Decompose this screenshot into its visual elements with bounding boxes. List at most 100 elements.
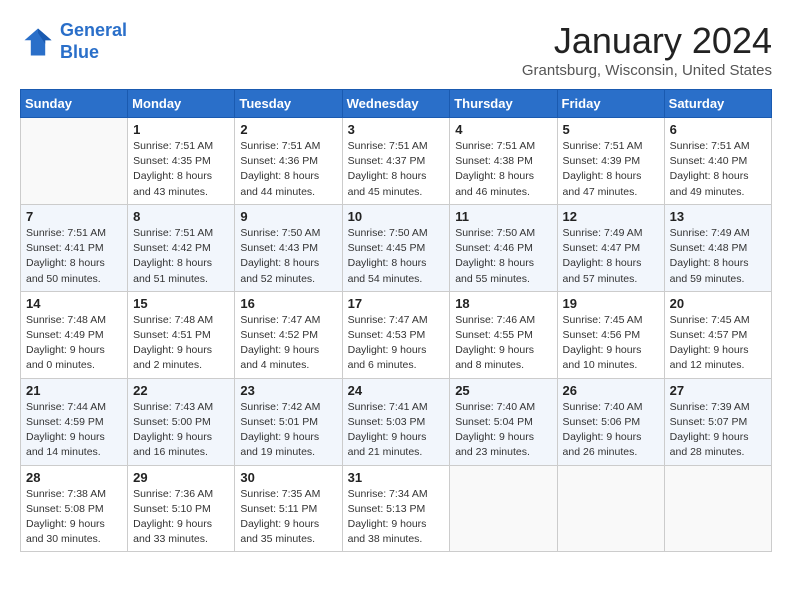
calendar-cell: 19Sunrise: 7:45 AMSunset: 4:56 PMDayligh… bbox=[557, 291, 664, 378]
calendar-week-row: 21 Sunrise: 7:44 AMSunset: 4:59 PMDayligh… bbox=[21, 378, 772, 465]
day-number: 24 bbox=[348, 383, 445, 398]
calendar-week-row: 14 Sunrise: 7:48 AMSunset: 4:49 PMDayligh… bbox=[21, 291, 772, 378]
day-info: Sunrise: 7:51 AMSunset: 4:36 PMDaylight:… bbox=[240, 139, 336, 200]
day-info: Sunrise: 7:47 AMSunset: 4:53 PMDaylight:… bbox=[348, 313, 445, 374]
day-number: 10 bbox=[348, 209, 445, 224]
calendar-cell: 20 Sunrise: 7:45 AMSunset: 4:57 PMDayligh… bbox=[664, 291, 771, 378]
day-info: Sunrise: 7:51 AMSunset: 4:35 PMDaylight:… bbox=[133, 139, 229, 200]
day-number: 16 bbox=[240, 296, 336, 311]
day-info: Sunrise: 7:51 AMSunset: 4:39 PMDaylight:… bbox=[563, 139, 659, 200]
location: Grantsburg, Wisconsin, United States bbox=[522, 62, 772, 79]
calendar-cell bbox=[21, 118, 128, 205]
day-number: 6 bbox=[670, 122, 766, 137]
day-info: Sunrise: 7:38 AMSunset: 5:08 PMDaylight:… bbox=[26, 487, 122, 548]
calendar-header-row: SundayMondayTuesdayWednesdayThursdayFrid… bbox=[21, 90, 772, 118]
day-number: 15 bbox=[133, 296, 229, 311]
calendar-week-row: 28 Sunrise: 7:38 AMSunset: 5:08 PMDayligh… bbox=[21, 465, 772, 552]
calendar-cell: 9 Sunrise: 7:50 AMSunset: 4:43 PMDaylight… bbox=[235, 204, 342, 291]
day-number: 20 bbox=[670, 296, 766, 311]
day-number: 31 bbox=[348, 470, 445, 485]
day-info: Sunrise: 7:42 AMSunset: 5:01 PMDaylight:… bbox=[240, 400, 336, 461]
logo-text: General Blue bbox=[60, 20, 127, 63]
day-info: Sunrise: 7:44 AMSunset: 4:59 PMDaylight:… bbox=[26, 400, 122, 461]
day-info: Sunrise: 7:51 AMSunset: 4:38 PMDaylight:… bbox=[455, 139, 551, 200]
day-number: 19 bbox=[563, 296, 659, 311]
day-info: Sunrise: 7:48 AMSunset: 4:49 PMDaylight:… bbox=[26, 313, 122, 374]
day-info: Sunrise: 7:49 AMSunset: 4:48 PMDaylight:… bbox=[670, 226, 766, 287]
day-number: 14 bbox=[26, 296, 122, 311]
calendar-cell: 18 Sunrise: 7:46 AMSunset: 4:55 PMDayligh… bbox=[450, 291, 557, 378]
calendar-cell bbox=[664, 465, 771, 552]
day-number: 13 bbox=[670, 209, 766, 224]
day-header-tuesday: Tuesday bbox=[235, 90, 342, 118]
day-number: 7 bbox=[26, 209, 122, 224]
calendar-cell: 22 Sunrise: 7:43 AMSunset: 5:00 PMDayligh… bbox=[128, 378, 235, 465]
day-info: Sunrise: 7:51 AMSunset: 4:42 PMDaylight:… bbox=[133, 226, 229, 287]
day-header-thursday: Thursday bbox=[450, 90, 557, 118]
day-info: Sunrise: 7:36 AMSunset: 5:10 PMDaylight:… bbox=[133, 487, 229, 548]
day-info: Sunrise: 7:40 AMSunset: 5:06 PMDaylight:… bbox=[563, 400, 659, 461]
logo-icon bbox=[20, 24, 56, 60]
calendar-table: SundayMondayTuesdayWednesdayThursdayFrid… bbox=[20, 89, 772, 552]
day-info: Sunrise: 7:40 AMSunset: 5:04 PMDaylight:… bbox=[455, 400, 551, 461]
day-number: 1 bbox=[133, 122, 229, 137]
day-info: Sunrise: 7:35 AMSunset: 5:11 PMDaylight:… bbox=[240, 487, 336, 548]
day-number: 29 bbox=[133, 470, 229, 485]
day-info: Sunrise: 7:43 AMSunset: 5:00 PMDaylight:… bbox=[133, 400, 229, 461]
calendar-cell: 25 Sunrise: 7:40 AMSunset: 5:04 PMDayligh… bbox=[450, 378, 557, 465]
calendar-cell: 2 Sunrise: 7:51 AMSunset: 4:36 PMDaylight… bbox=[235, 118, 342, 205]
day-info: Sunrise: 7:51 AMSunset: 4:41 PMDaylight:… bbox=[26, 226, 122, 287]
calendar-cell: 4Sunrise: 7:51 AMSunset: 4:38 PMDaylight… bbox=[450, 118, 557, 205]
logo: General Blue bbox=[20, 20, 127, 63]
day-header-monday: Monday bbox=[128, 90, 235, 118]
calendar-cell: 15 Sunrise: 7:48 AMSunset: 4:51 PMDayligh… bbox=[128, 291, 235, 378]
day-number: 23 bbox=[240, 383, 336, 398]
calendar-cell: 28 Sunrise: 7:38 AMSunset: 5:08 PMDayligh… bbox=[21, 465, 128, 552]
day-number: 21 bbox=[26, 383, 122, 398]
day-number: 27 bbox=[670, 383, 766, 398]
calendar-cell: 10 Sunrise: 7:50 AMSunset: 4:45 PMDayligh… bbox=[342, 204, 450, 291]
calendar-week-row: 1 Sunrise: 7:51 AMSunset: 4:35 PMDaylight… bbox=[21, 118, 772, 205]
month-year: January 2024 bbox=[522, 20, 772, 62]
calendar-cell: 6Sunrise: 7:51 AMSunset: 4:40 PMDaylight… bbox=[664, 118, 771, 205]
calendar-cell: 8Sunrise: 7:51 AMSunset: 4:42 PMDaylight… bbox=[128, 204, 235, 291]
calendar-cell: 12Sunrise: 7:49 AMSunset: 4:47 PMDayligh… bbox=[557, 204, 664, 291]
day-number: 2 bbox=[240, 122, 336, 137]
day-number: 9 bbox=[240, 209, 336, 224]
day-info: Sunrise: 7:39 AMSunset: 5:07 PMDaylight:… bbox=[670, 400, 766, 461]
day-number: 18 bbox=[455, 296, 551, 311]
day-number: 5 bbox=[563, 122, 659, 137]
calendar-cell: 21 Sunrise: 7:44 AMSunset: 4:59 PMDayligh… bbox=[21, 378, 128, 465]
day-info: Sunrise: 7:45 AMSunset: 4:57 PMDaylight:… bbox=[670, 313, 766, 374]
calendar-cell: 23 Sunrise: 7:42 AMSunset: 5:01 PMDayligh… bbox=[235, 378, 342, 465]
calendar-cell: 14 Sunrise: 7:48 AMSunset: 4:49 PMDayligh… bbox=[21, 291, 128, 378]
page-header: General Blue January 2024 Grantsburg, Wi… bbox=[20, 20, 772, 79]
calendar-cell: 26Sunrise: 7:40 AMSunset: 5:06 PMDayligh… bbox=[557, 378, 664, 465]
day-info: Sunrise: 7:48 AMSunset: 4:51 PMDaylight:… bbox=[133, 313, 229, 374]
title-block: January 2024 Grantsburg, Wisconsin, Unit… bbox=[522, 20, 772, 79]
day-info: Sunrise: 7:34 AMSunset: 5:13 PMDaylight:… bbox=[348, 487, 445, 548]
calendar-cell: 7 Sunrise: 7:51 AMSunset: 4:41 PMDaylight… bbox=[21, 204, 128, 291]
calendar-cell bbox=[450, 465, 557, 552]
day-number: 3 bbox=[348, 122, 445, 137]
calendar-cell: 29 Sunrise: 7:36 AMSunset: 5:10 PMDayligh… bbox=[128, 465, 235, 552]
day-number: 22 bbox=[133, 383, 229, 398]
calendar-cell: 1 Sunrise: 7:51 AMSunset: 4:35 PMDaylight… bbox=[128, 118, 235, 205]
day-number: 28 bbox=[26, 470, 122, 485]
calendar-cell: 30 Sunrise: 7:35 AMSunset: 5:11 PMDayligh… bbox=[235, 465, 342, 552]
day-info: Sunrise: 7:46 AMSunset: 4:55 PMDaylight:… bbox=[455, 313, 551, 374]
calendar-cell: 11Sunrise: 7:50 AMSunset: 4:46 PMDayligh… bbox=[450, 204, 557, 291]
calendar-cell: 24Sunrise: 7:41 AMSunset: 5:03 PMDayligh… bbox=[342, 378, 450, 465]
calendar-week-row: 7 Sunrise: 7:51 AMSunset: 4:41 PMDaylight… bbox=[21, 204, 772, 291]
day-number: 30 bbox=[240, 470, 336, 485]
day-info: Sunrise: 7:50 AMSunset: 4:43 PMDaylight:… bbox=[240, 226, 336, 287]
day-header-wednesday: Wednesday bbox=[342, 90, 450, 118]
day-info: Sunrise: 7:50 AMSunset: 4:45 PMDaylight:… bbox=[348, 226, 445, 287]
day-number: 25 bbox=[455, 383, 551, 398]
day-number: 11 bbox=[455, 209, 551, 224]
day-header-saturday: Saturday bbox=[664, 90, 771, 118]
day-number: 17 bbox=[348, 296, 445, 311]
calendar-cell bbox=[557, 465, 664, 552]
calendar-cell: 27 Sunrise: 7:39 AMSunset: 5:07 PMDayligh… bbox=[664, 378, 771, 465]
calendar-cell: 17 Sunrise: 7:47 AMSunset: 4:53 PMDayligh… bbox=[342, 291, 450, 378]
